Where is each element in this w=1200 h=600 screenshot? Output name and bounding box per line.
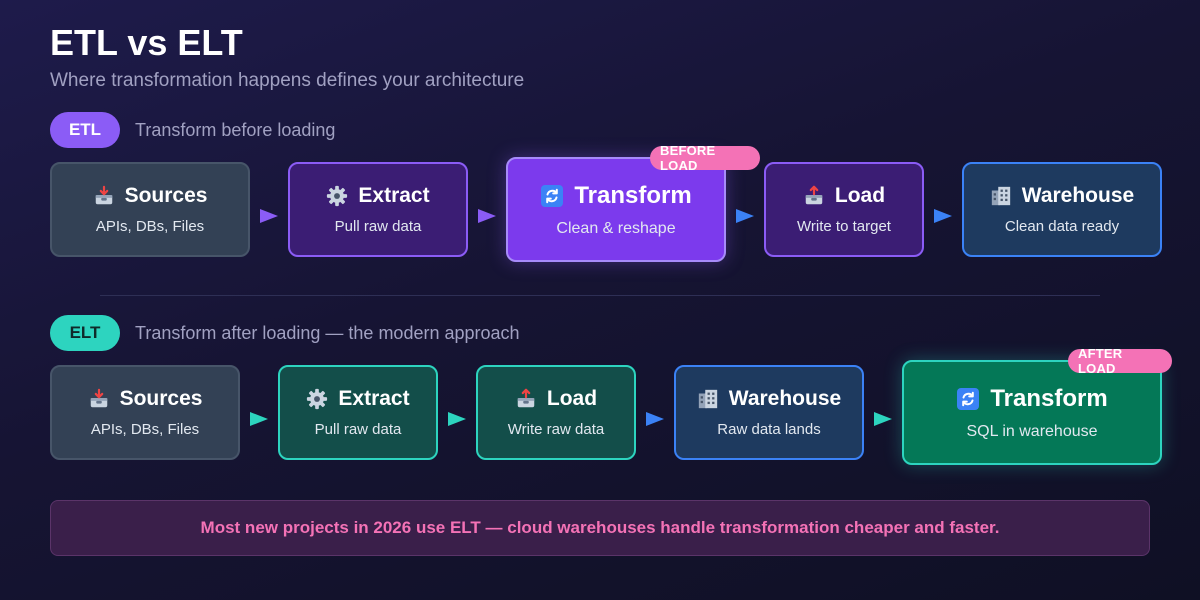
etl-section-header: ETL Transform before loading: [50, 112, 335, 148]
elt-step-sources: Sources APIs, DBs, Files: [50, 365, 240, 460]
flow-arrow-icon: [250, 412, 268, 426]
elt-pill: ELT: [50, 315, 120, 351]
inbox-tray-icon: [93, 185, 115, 207]
outbox-tray-icon: [803, 185, 825, 207]
flow-arrow-icon: [874, 412, 892, 426]
cycle-arrows-icon: [956, 387, 980, 411]
elt-step-subtitle: Raw data lands: [717, 421, 821, 438]
before-load-badge: BEFORE LOAD: [650, 143, 760, 173]
elt-step-warehouse: Warehouse Raw data lands: [674, 365, 864, 460]
elt-step-title: Load: [546, 387, 598, 410]
elt-step-subtitle: Write raw data: [507, 421, 605, 438]
etl-step-extract: Extract Pull raw data: [288, 162, 468, 257]
elt-step-subtitle: Pull raw data: [314, 421, 402, 438]
etl-step-title: Warehouse: [1021, 184, 1135, 207]
etl-step-title: Sources: [124, 184, 208, 207]
etl-step-subtitle: Clean data ready: [1004, 218, 1120, 235]
etl-step-subtitle: Write to target: [797, 218, 891, 235]
flow-arrow-icon: [448, 412, 466, 426]
etl-pill: ETL: [50, 112, 120, 148]
etl-description: Transform before loading: [135, 119, 336, 140]
inbox-tray-icon: [88, 388, 110, 410]
footer-note: Most new projects in 2026 use ELT — clou…: [50, 500, 1150, 556]
elt-step-extract: Extract Pull raw data: [278, 365, 438, 460]
elt-step-subtitle: APIs, DBs, Files: [90, 421, 200, 438]
etl-step-subtitle: Clean & reshape: [556, 219, 676, 237]
etl-step-title: Transform: [574, 181, 692, 209]
section-divider: [100, 295, 1100, 296]
building-icon: [990, 185, 1012, 207]
etl-step-load: Load Write to target: [764, 162, 924, 257]
etl-step-subtitle: APIs, DBs, Files: [95, 218, 205, 235]
gear-icon: [326, 185, 348, 207]
etl-step-warehouse: Warehouse Clean data ready: [962, 162, 1162, 257]
building-icon: [697, 388, 719, 410]
flow-arrow-icon: [934, 209, 952, 223]
etl-step-sources: Sources APIs, DBs, Files: [50, 162, 250, 257]
elt-description: Transform after loading — the modern app…: [135, 322, 520, 343]
cycle-arrows-icon: [540, 184, 564, 208]
etl-step-title: Load: [834, 184, 886, 207]
elt-step-title: Warehouse: [728, 387, 842, 410]
page-title: ETL vs ELT: [50, 22, 243, 63]
elt-step-load: Load Write raw data: [476, 365, 636, 460]
flow-arrow-icon: [646, 412, 664, 426]
flow-arrow-icon: [736, 209, 754, 223]
elt-step-subtitle: SQL in warehouse: [966, 422, 1098, 440]
page-subtitle: Where transformation happens defines you…: [50, 70, 525, 91]
after-load-badge: AFTER LOAD: [1068, 346, 1172, 376]
gear-icon: [306, 388, 328, 410]
etl-step-title: Extract: [358, 184, 430, 207]
etl-step-subtitle: Pull raw data: [334, 218, 422, 235]
elt-step-title: Sources: [119, 387, 203, 410]
elt-step-title: Extract: [338, 387, 410, 410]
elt-step-title: Transform: [990, 384, 1108, 412]
flow-arrow-icon: [260, 209, 278, 223]
elt-section-header: ELT Transform after loading — the modern…: [50, 315, 520, 351]
flow-arrow-icon: [478, 209, 496, 223]
outbox-tray-icon: [515, 388, 537, 410]
